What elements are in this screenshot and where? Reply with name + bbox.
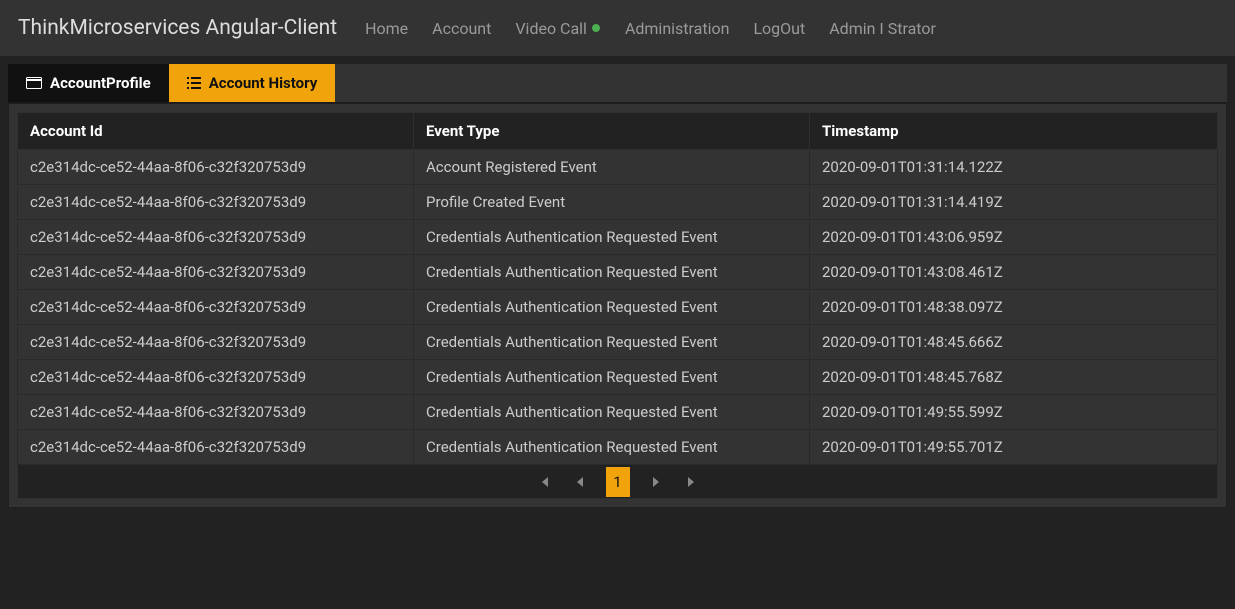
navbar: ThinkMicroservices Angular-Client Home A… [0, 0, 1235, 56]
cell-account-id: c2e314dc-ce52-44aa-8f06-c32f320753d9 [18, 255, 414, 290]
table-row[interactable]: c2e314dc-ce52-44aa-8f06-c32f320753d9Cred… [18, 255, 1218, 290]
cell-timestamp: 2020-09-01T01:43:06.959Z [810, 220, 1218, 255]
status-online-icon [591, 23, 601, 33]
cell-event-type: Account Registered Event [414, 150, 810, 185]
cell-account-id: c2e314dc-ce52-44aa-8f06-c32f320753d9 [18, 185, 414, 220]
history-panel: Account Id Event Type Timestamp c2e314dc… [8, 103, 1227, 508]
cell-event-type: Credentials Authentication Requested Eve… [414, 395, 810, 430]
list-icon [187, 77, 201, 89]
app-brand: ThinkMicroservices Angular-Client [18, 16, 337, 40]
pager-first-icon[interactable] [534, 472, 554, 492]
cell-event-type: Credentials Authentication Requested Eve… [414, 325, 810, 360]
table-row[interactable]: c2e314dc-ce52-44aa-8f06-c32f320753d9Cred… [18, 220, 1218, 255]
tab-account-history-label: Account History [209, 74, 318, 92]
tab-account-history[interactable]: Account History [169, 64, 336, 102]
cell-event-type: Credentials Authentication Requested Eve… [414, 255, 810, 290]
tab-account-profile[interactable]: AccountProfile [8, 64, 169, 102]
th-timestamp[interactable]: Timestamp [810, 113, 1218, 150]
cell-timestamp: 2020-09-01T01:49:55.599Z [810, 395, 1218, 430]
nav-video-call[interactable]: Video Call [515, 19, 601, 38]
th-event-type[interactable]: Event Type [414, 113, 810, 150]
th-account-id[interactable]: Account Id [18, 113, 414, 150]
table-row[interactable]: c2e314dc-ce52-44aa-8f06-c32f320753d9Cred… [18, 325, 1218, 360]
cell-account-id: c2e314dc-ce52-44aa-8f06-c32f320753d9 [18, 395, 414, 430]
cell-event-type: Credentials Authentication Requested Eve… [414, 430, 810, 465]
cell-timestamp: 2020-09-01T01:43:08.461Z [810, 255, 1218, 290]
cell-account-id: c2e314dc-ce52-44aa-8f06-c32f320753d9 [18, 360, 414, 395]
pager-prev-icon[interactable] [570, 472, 590, 492]
id-card-icon [26, 77, 42, 89]
cell-account-id: c2e314dc-ce52-44aa-8f06-c32f320753d9 [18, 430, 414, 465]
cell-account-id: c2e314dc-ce52-44aa-8f06-c32f320753d9 [18, 290, 414, 325]
cell-timestamp: 2020-09-01T01:31:14.122Z [810, 150, 1218, 185]
content: AccountProfile Account History Account I… [0, 56, 1235, 516]
nav-logout[interactable]: LogOut [753, 19, 805, 38]
table-row[interactable]: c2e314dc-ce52-44aa-8f06-c32f320753d9Prof… [18, 185, 1218, 220]
cell-event-type: Credentials Authentication Requested Eve… [414, 290, 810, 325]
pager-last-icon[interactable] [682, 472, 702, 492]
history-table: Account Id Event Type Timestamp c2e314dc… [17, 112, 1218, 465]
cell-event-type: Profile Created Event [414, 185, 810, 220]
pager: 1 [17, 465, 1218, 499]
nav-user[interactable]: Admin I Strator [829, 19, 936, 38]
cell-timestamp: 2020-09-01T01:49:55.701Z [810, 430, 1218, 465]
table-row[interactable]: c2e314dc-ce52-44aa-8f06-c32f320753d9Acco… [18, 150, 1218, 185]
pager-page-current[interactable]: 1 [606, 467, 630, 497]
nav-video-call-label: Video Call [515, 19, 587, 38]
cell-timestamp: 2020-09-01T01:48:45.768Z [810, 360, 1218, 395]
tab-bar: AccountProfile Account History [8, 64, 1227, 103]
table-row[interactable]: c2e314dc-ce52-44aa-8f06-c32f320753d9Cred… [18, 290, 1218, 325]
cell-event-type: Credentials Authentication Requested Eve… [414, 360, 810, 395]
cell-timestamp: 2020-09-01T01:48:45.666Z [810, 325, 1218, 360]
tab-account-profile-label: AccountProfile [50, 74, 151, 92]
table-row[interactable]: c2e314dc-ce52-44aa-8f06-c32f320753d9Cred… [18, 360, 1218, 395]
cell-account-id: c2e314dc-ce52-44aa-8f06-c32f320753d9 [18, 220, 414, 255]
cell-account-id: c2e314dc-ce52-44aa-8f06-c32f320753d9 [18, 325, 414, 360]
nav-home[interactable]: Home [365, 19, 408, 38]
cell-event-type: Credentials Authentication Requested Eve… [414, 220, 810, 255]
nav-administration[interactable]: Administration [625, 19, 730, 38]
cell-account-id: c2e314dc-ce52-44aa-8f06-c32f320753d9 [18, 150, 414, 185]
pager-next-icon[interactable] [646, 472, 666, 492]
table-row[interactable]: c2e314dc-ce52-44aa-8f06-c32f320753d9Cred… [18, 430, 1218, 465]
cell-timestamp: 2020-09-01T01:31:14.419Z [810, 185, 1218, 220]
cell-timestamp: 2020-09-01T01:48:38.097Z [810, 290, 1218, 325]
table-row[interactable]: c2e314dc-ce52-44aa-8f06-c32f320753d9Cred… [18, 395, 1218, 430]
nav-links: Home Account Video Call Administration L… [365, 19, 936, 38]
nav-account[interactable]: Account [432, 19, 491, 38]
